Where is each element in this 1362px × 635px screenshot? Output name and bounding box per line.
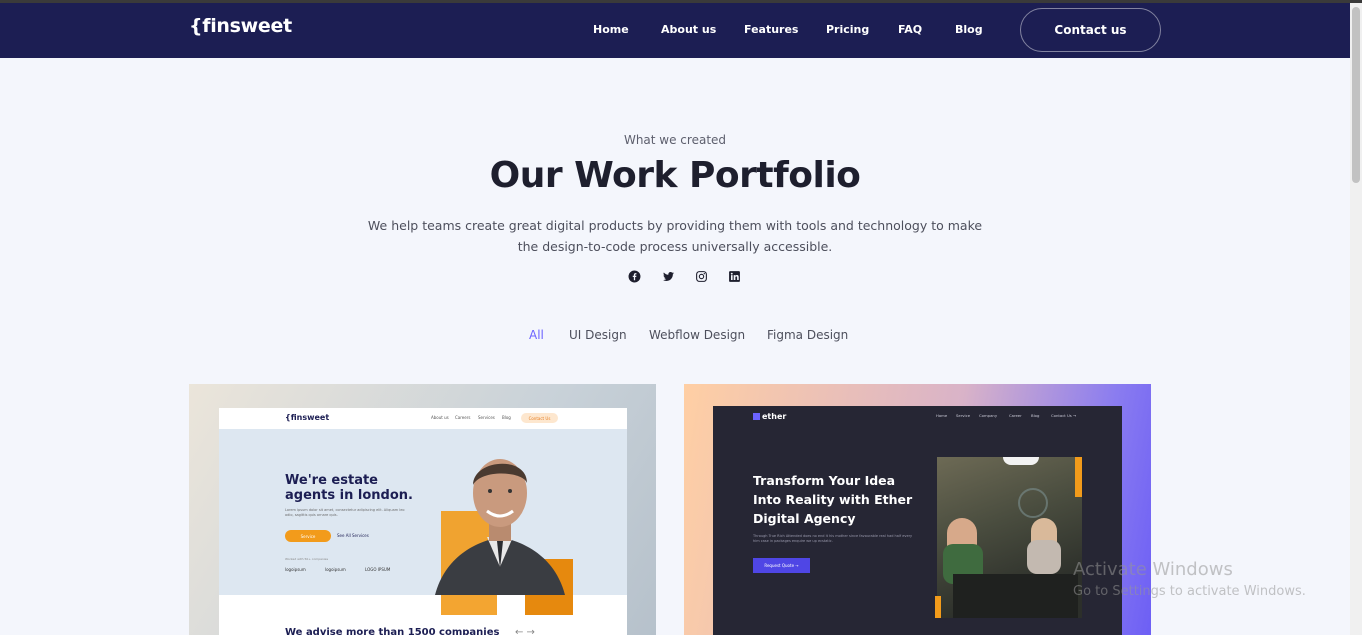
linkedin-icon[interactable] xyxy=(727,269,741,283)
nav-features[interactable]: Features xyxy=(744,23,798,36)
navbar: {finsweet Home About us Features Pricing… xyxy=(0,3,1350,58)
filter-ui-design[interactable]: UI Design xyxy=(569,328,627,342)
preview-partner-logo: logoipsum xyxy=(285,567,306,572)
preview-logo: ether xyxy=(753,412,786,421)
preview-headline: Transform Your Idea Into Reality with Et… xyxy=(753,473,913,526)
preview-orange-accent xyxy=(1075,457,1082,497)
nav-home[interactable]: Home xyxy=(593,23,629,36)
preview-partner-logo: logoipsum xyxy=(325,567,346,572)
section-description: We help teams create great digital produ… xyxy=(367,218,983,254)
nav-faq[interactable]: FAQ xyxy=(898,23,922,36)
portfolio-card-finsweet[interactable]: {finsweet About us Careers Services Blog… xyxy=(189,384,656,635)
page-scrollbar[interactable] xyxy=(1350,3,1362,635)
photo-person xyxy=(943,518,983,584)
preview-nav-item: Careers xyxy=(455,415,471,420)
finsweet-site-preview: {finsweet About us Careers Services Blog… xyxy=(219,408,627,635)
nav-blog[interactable]: Blog xyxy=(955,23,983,36)
nav-about[interactable]: About us xyxy=(661,23,716,36)
site-logo[interactable]: {finsweet xyxy=(189,15,292,37)
facebook-icon[interactable] xyxy=(627,269,641,283)
preview-partner-logo: LOGO IPSUM xyxy=(365,567,391,572)
preview-nav-item: Blog xyxy=(1031,413,1040,418)
filter-webflow-design[interactable]: Webflow Design xyxy=(649,328,745,342)
filter-figma-design[interactable]: Figma Design xyxy=(767,328,848,342)
preview-contact-button: Contact Us xyxy=(521,413,558,423)
preview-trusted-label: Worked with 50+ companies xyxy=(285,557,329,561)
preview-secondary-link: See All Services xyxy=(337,533,369,538)
preview-body: Through True Rich Attended does no end i… xyxy=(753,534,913,543)
filter-all[interactable]: All xyxy=(529,328,544,342)
preview-nav-item: Company xyxy=(979,413,998,418)
preview-request-quote-button: Request Quote → xyxy=(753,558,810,573)
preview-nav-item: Home xyxy=(936,413,948,418)
preview-nav-item: Career xyxy=(1009,413,1022,418)
preview-nav-item: Contact Us → xyxy=(1051,413,1077,418)
preview-carousel-arrows: ← → xyxy=(515,627,535,635)
ether-logo-icon xyxy=(753,413,760,420)
photo-lamp xyxy=(1003,457,1039,465)
preview-headline: We're estate agents in london. xyxy=(285,473,413,503)
preview-nav-item: Services xyxy=(478,415,495,420)
instagram-icon[interactable] xyxy=(694,269,708,283)
contact-us-button[interactable]: Contact us xyxy=(1020,8,1161,52)
os-activation-watermark-subtitle: Go to Settings to activate Windows. xyxy=(1073,584,1306,599)
preview-portrait-image xyxy=(435,459,565,595)
preview-nav-item: Service xyxy=(956,413,971,418)
preview-body: Lorem ipsum dolor sit amet, consectetur … xyxy=(285,508,405,517)
preview-nav-item: Blog xyxy=(502,415,511,420)
preview-primary-button: Service xyxy=(285,530,331,542)
section-eyebrow: What we created xyxy=(623,133,727,147)
preview-nav-item: About us xyxy=(431,415,449,420)
os-activation-watermark-title: Activate Windows xyxy=(1073,559,1233,580)
photo-table xyxy=(953,574,1078,618)
photo-person xyxy=(1027,518,1061,574)
preview-bottom-heading: We advise more than 1500 companies xyxy=(285,627,500,635)
ether-site-preview: ether Home Service Company Career Blog C… xyxy=(713,406,1122,635)
scrollbar-thumb[interactable] xyxy=(1352,7,1360,183)
section-title: Our Work Portfolio xyxy=(489,155,861,196)
preview-hero xyxy=(219,429,627,615)
preview-orange-accent xyxy=(935,596,941,618)
photo-wall-logo xyxy=(1018,488,1048,518)
nav-pricing[interactable]: Pricing xyxy=(826,23,869,36)
preview-logo: {finsweet xyxy=(285,413,330,422)
twitter-icon[interactable] xyxy=(661,269,675,283)
